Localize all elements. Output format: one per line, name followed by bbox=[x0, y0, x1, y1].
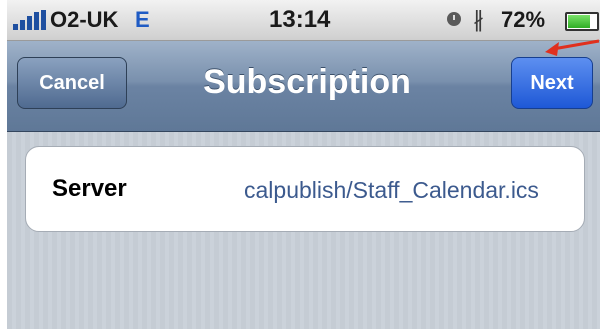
server-label: Server bbox=[52, 175, 127, 202]
carrier-name: O2-UK bbox=[50, 7, 119, 32]
bluetooth-icon: ∦ bbox=[473, 7, 484, 32]
status-bar: O2-UK E 13:14 ∦ 72% bbox=[7, 0, 600, 41]
alarm-icon bbox=[447, 12, 461, 26]
battery-icon bbox=[565, 12, 599, 31]
next-button[interactable]: Next bbox=[511, 57, 593, 109]
status-time: 13:14 bbox=[269, 6, 331, 33]
page-title: Subscription bbox=[203, 63, 411, 101]
navigation-bar: Cancel Subscription Next bbox=[7, 41, 600, 132]
server-input[interactable]: calpublish/Staff_Calendar.ics bbox=[244, 177, 574, 204]
phone-screen: O2-UK E 13:14 ∦ 72% Cancel Subscription … bbox=[7, 0, 600, 329]
server-field-row[interactable]: Server calpublish/Staff_Calendar.ics bbox=[25, 146, 585, 232]
cancel-button[interactable]: Cancel bbox=[17, 57, 127, 109]
network-type: E bbox=[135, 7, 150, 32]
annotation-arrow-icon bbox=[545, 39, 600, 56]
content-area: Server calpublish/Staff_Calendar.ics bbox=[7, 132, 600, 329]
signal-icon bbox=[13, 10, 47, 30]
battery-level bbox=[568, 15, 590, 28]
battery-percent: 72% bbox=[501, 7, 546, 32]
